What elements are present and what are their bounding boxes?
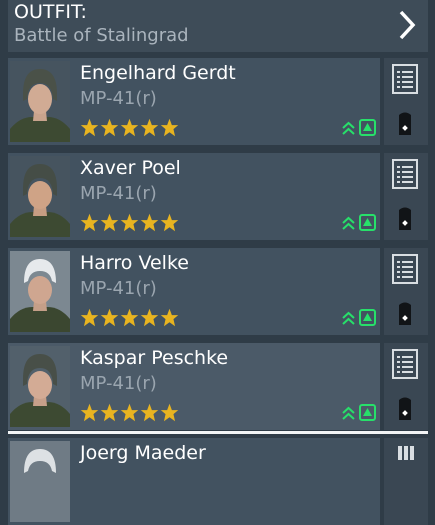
soldier-name: Engelhard Gerdt [80, 62, 236, 84]
soldier-weapon: MP-41(r) [80, 278, 157, 299]
star-icon [80, 403, 99, 422]
selection-underline [8, 431, 428, 434]
soldier-portrait [10, 346, 70, 427]
soldier-rating [80, 403, 179, 423]
soldier-side-panel [384, 438, 428, 525]
upgrade-box-icon[interactable] [359, 214, 376, 231]
double-chevron-up-icon [342, 216, 355, 230]
star-icon [100, 118, 119, 137]
soldier-name: Harro Velke [80, 252, 189, 274]
soldier-card[interactable]: Joerg Maeder [8, 438, 380, 525]
upgrade-box-icon[interactable] [359, 404, 376, 421]
list-icon[interactable] [392, 159, 418, 189]
star-icon [160, 403, 179, 422]
star-icon [140, 308, 159, 327]
soldier-card[interactable]: Harro Velke MP-41(r) [8, 248, 380, 335]
star-icon [100, 213, 119, 232]
soldier-portrait [10, 441, 70, 522]
rank-insignia-icon [399, 207, 411, 230]
star-icon [140, 403, 159, 422]
soldier-portrait [10, 251, 70, 332]
double-chevron-up-icon [342, 406, 355, 420]
star-icon [140, 213, 159, 232]
soldier-card[interactable]: Xaver Poel MP-41(r) [8, 153, 380, 240]
double-chevron-up-icon [342, 311, 355, 325]
list-icon[interactable] [392, 64, 418, 94]
soldier-weapon: MP-41(r) [80, 88, 157, 109]
soldier-side-panel [384, 153, 428, 240]
outfit-name: Battle of Stalingrad [14, 25, 189, 46]
star-icon [140, 118, 159, 137]
outfit-header[interactable]: OUTFIT: Battle of Stalingrad [8, 0, 428, 52]
soldier-weapon: MP-41(r) [80, 373, 157, 394]
list-icon[interactable] [392, 254, 418, 284]
soldier-weapon: MP-41(r) [80, 183, 157, 204]
star-icon [80, 213, 99, 232]
outfit-title: OUTFIT: [14, 1, 87, 23]
soldier-portrait [10, 156, 70, 237]
star-icon [160, 118, 179, 137]
soldier-rating [80, 118, 179, 138]
rank-insignia-icon [399, 112, 411, 135]
soldier-rating [80, 308, 179, 328]
star-icon [120, 403, 139, 422]
upgrade-box-icon[interactable] [359, 119, 376, 136]
star-icon [160, 213, 179, 232]
soldier-name: Kaspar Peschke [80, 347, 229, 369]
star-icon [100, 403, 119, 422]
chevron-right-icon[interactable] [398, 10, 416, 40]
soldier-rating [80, 213, 179, 233]
star-icon [120, 308, 139, 327]
star-icon [100, 308, 119, 327]
soldier-side-panel [384, 343, 428, 430]
upgrade-box-icon[interactable] [359, 309, 376, 326]
soldier-side-panel [384, 58, 428, 145]
soldier-side-panel [384, 248, 428, 335]
list-icon[interactable] [392, 349, 418, 379]
star-icon [160, 308, 179, 327]
soldier-name: Xaver Poel [80, 157, 181, 179]
rank-insignia-icon [399, 302, 411, 325]
star-icon [120, 213, 139, 232]
ammo-icon [398, 446, 414, 460]
star-icon [80, 308, 99, 327]
star-icon [120, 118, 139, 137]
star-icon [80, 118, 99, 137]
double-chevron-up-icon [342, 121, 355, 135]
soldier-card[interactable]: Engelhard Gerdt MP-41(r) [8, 58, 380, 145]
soldier-card[interactable]: Kaspar Peschke MP-41(r) [8, 343, 380, 430]
soldier-portrait [10, 61, 70, 142]
rank-insignia-icon [399, 397, 411, 420]
